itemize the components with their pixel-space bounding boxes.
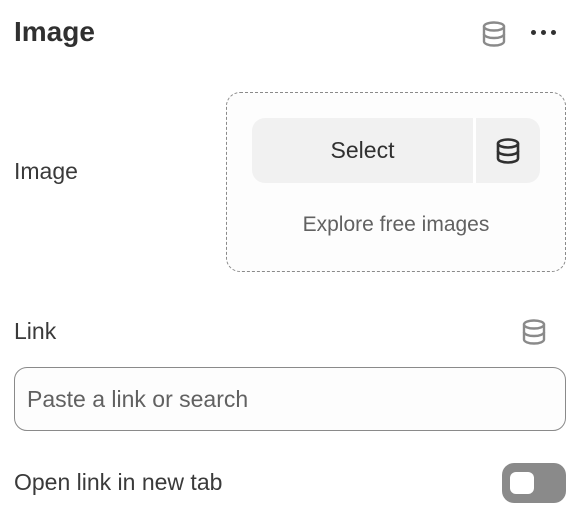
database-icon[interactable] xyxy=(520,318,548,346)
panel-header: Image xyxy=(14,14,568,54)
image-dropzone[interactable]: Select Explore free images xyxy=(226,92,566,272)
toggle-knob xyxy=(510,472,534,494)
database-icon xyxy=(496,137,520,164)
more-options-button[interactable] xyxy=(526,18,560,46)
select-image-button[interactable]: Select xyxy=(252,118,473,183)
open-new-tab-toggle[interactable] xyxy=(502,463,566,503)
select-button-group: Select xyxy=(252,118,540,183)
panel-title: Image xyxy=(14,16,95,47)
more-dot xyxy=(530,29,536,35)
explore-free-images-link[interactable]: Explore free images xyxy=(227,213,565,237)
more-dot xyxy=(550,29,556,35)
link-input[interactable] xyxy=(14,367,566,431)
image-field-label: Image xyxy=(14,158,78,184)
image-dynamic-source-button[interactable] xyxy=(476,118,540,183)
link-field-label: Link xyxy=(14,318,57,344)
more-dot xyxy=(540,29,546,35)
open-new-tab-label: Open link in new tab xyxy=(14,469,223,495)
database-icon[interactable] xyxy=(480,20,508,48)
